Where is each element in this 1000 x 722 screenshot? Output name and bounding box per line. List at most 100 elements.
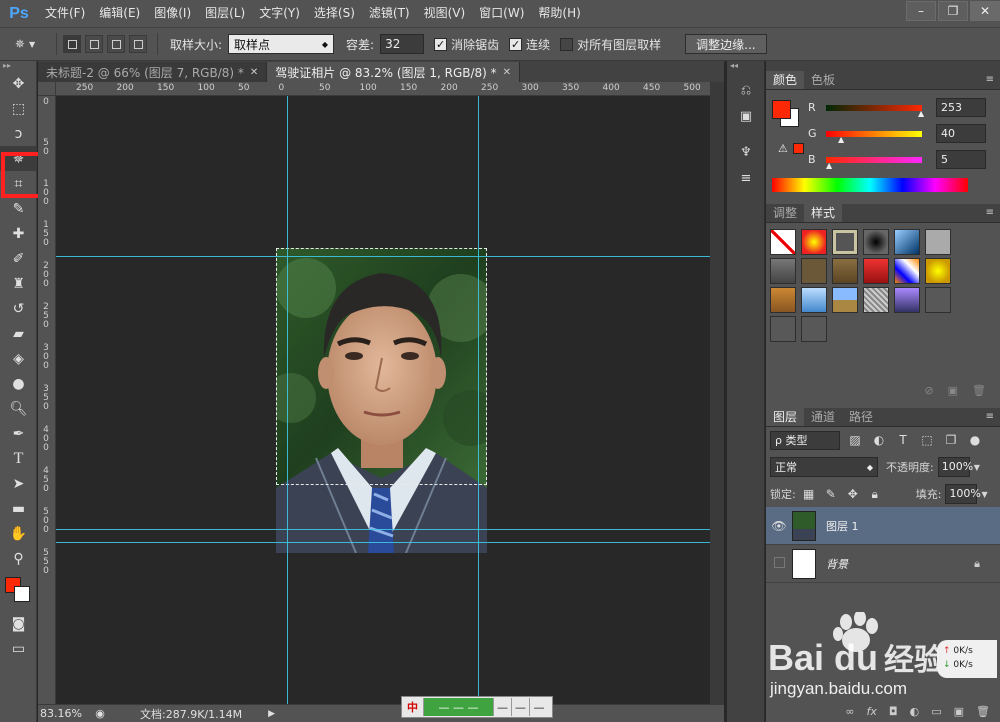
type-filter-icon[interactable]: T: [894, 433, 912, 447]
folder-icon[interactable]: ▭: [931, 705, 941, 718]
tab-swatches[interactable]: 色板: [804, 71, 842, 89]
subtract-selection-button[interactable]: [107, 35, 125, 53]
dodge-tool[interactable]: 🔍︎: [0, 396, 37, 421]
ime-button[interactable]: —: [530, 698, 548, 716]
tab-layers[interactable]: 图层: [766, 408, 805, 426]
pen-tool[interactable]: ✒: [0, 421, 37, 446]
menu-type[interactable]: 文字(Y): [252, 0, 307, 27]
intersect-selection-button[interactable]: [129, 35, 147, 53]
sample-all-layers-checkbox[interactable]: 对所有图层取样: [560, 36, 661, 53]
guide-horizontal[interactable]: [56, 529, 710, 530]
style-swatch[interactable]: [925, 258, 951, 284]
properties-icon[interactable]: ▣: [727, 103, 765, 129]
tab-untitled-2[interactable]: 未标题-2 @ 66% (图层 7, RGB/8) * ✕: [38, 62, 268, 82]
background-color-swatch[interactable]: [14, 586, 30, 602]
menu-file[interactable]: 文件(F): [38, 0, 92, 27]
layer-row[interactable]: 👁︎ 图层 1: [766, 507, 1000, 545]
guide-horizontal[interactable]: [56, 256, 710, 257]
canvas-scrollbar[interactable]: [710, 82, 724, 704]
clone-stamp-tool[interactable]: ♜: [0, 271, 37, 296]
add-selection-button[interactable]: [85, 35, 103, 53]
panel-grip[interactable]: [766, 61, 1000, 71]
history-icon[interactable]: ⎌: [727, 77, 765, 103]
panel-menu-icon[interactable]: ≡: [986, 74, 994, 85]
new-selection-button[interactable]: [63, 35, 81, 53]
style-swatch[interactable]: [770, 316, 796, 342]
menu-select[interactable]: 选择(S): [307, 0, 362, 27]
panel-menu-icon[interactable]: ≡: [986, 411, 994, 422]
status-menu-icon[interactable]: ◉: [90, 707, 110, 720]
paint-bucket-tool[interactable]: ◈: [0, 346, 37, 371]
style-swatch[interactable]: [863, 229, 889, 255]
menu-view[interactable]: 视图(V): [417, 0, 473, 27]
fx-icon[interactable]: fx: [867, 705, 877, 718]
contiguous-checkbox[interactable]: ✓ 连续: [509, 36, 550, 53]
style-swatch[interactable]: [925, 287, 951, 313]
adjustment-icon[interactable]: ◐: [910, 705, 920, 718]
style-swatch[interactable]: [801, 287, 827, 313]
style-swatch[interactable]: [925, 229, 951, 255]
guide-vertical[interactable]: [478, 96, 479, 704]
red-slider[interactable]: ▲: [826, 104, 924, 118]
style-swatch[interactable]: [801, 316, 827, 342]
tab-adjustments[interactable]: 调整: [766, 204, 804, 222]
anti-alias-checkbox[interactable]: ✓ 消除锯齿: [434, 36, 499, 53]
vertical-ruler[interactable]: 0 5 0 1 0 0 1 5 0 2 0 0 2 5 0 3 0 0 3 5 0 4 0 0 4…: [38, 96, 56, 704]
tab-paths[interactable]: 路径: [842, 408, 880, 426]
ime-button[interactable]: —: [494, 698, 512, 716]
blue-slider[interactable]: ▲: [826, 156, 922, 170]
path-selection-tool[interactable]: ➤: [0, 471, 37, 496]
green-value-input[interactable]: 40: [936, 124, 986, 143]
close-icon[interactable]: ✕: [503, 67, 511, 78]
ime-field[interactable]: — — —: [424, 698, 494, 716]
marquee-tool[interactable]: ⬚: [0, 96, 37, 121]
style-swatch[interactable]: [832, 229, 858, 255]
history-brush-tool[interactable]: ↺: [0, 296, 37, 321]
menu-filter[interactable]: 滤镜(T): [362, 0, 417, 27]
pixel-filter-icon[interactable]: ▨: [846, 433, 864, 447]
style-none[interactable]: [770, 229, 796, 255]
restore-button[interactable]: ❐: [938, 1, 968, 21]
ruler-origin[interactable]: [38, 82, 56, 96]
close-button[interactable]: ✕: [970, 1, 1000, 21]
visibility-toggle[interactable]: [766, 556, 792, 571]
eye-icon[interactable]: 👁︎: [766, 519, 792, 533]
move-tool[interactable]: ✥: [0, 71, 37, 96]
slider-thumb-icon[interactable]: ▲: [826, 161, 832, 170]
status-arrow-icon[interactable]: ▶: [268, 709, 275, 719]
eyedropper-tool[interactable]: ✎: [0, 196, 37, 221]
new-style-icon[interactable]: ▣: [948, 384, 958, 397]
zoom-level[interactable]: 83.16%: [38, 707, 90, 720]
style-swatch[interactable]: [832, 287, 858, 313]
style-swatch[interactable]: [770, 258, 796, 284]
style-swatch[interactable]: [894, 287, 920, 313]
slider-thumb-icon[interactable]: ▲: [918, 109, 924, 118]
red-value-input[interactable]: 253: [936, 98, 986, 117]
lasso-tool[interactable]: ↄ: [0, 121, 37, 146]
screen-mode-button[interactable]: ▭: [0, 636, 37, 661]
fill-input[interactable]: 100%: [945, 484, 981, 504]
mask-icon[interactable]: ◘: [889, 705, 898, 718]
chevron-down-icon[interactable]: ▼: [981, 490, 987, 499]
rectangle-tool[interactable]: ▬: [0, 496, 37, 521]
new-layer-icon[interactable]: ▣: [954, 705, 964, 718]
refine-edge-button[interactable]: 调整边缘...: [685, 34, 767, 54]
style-swatch[interactable]: [863, 287, 889, 313]
ime-logo[interactable]: 中: [402, 698, 424, 716]
link-icon[interactable]: ∞: [845, 705, 854, 718]
quick-mask-button[interactable]: ◙: [0, 611, 37, 636]
horizontal-ruler[interactable]: 250 200 150 100 50 0 50 100 150 200 250 300 350 400 45…: [56, 82, 710, 96]
brush-tool[interactable]: ✐: [0, 246, 37, 271]
smart-filter-icon[interactable]: ❐: [942, 433, 960, 447]
guide-horizontal[interactable]: [56, 542, 710, 543]
trash-icon[interactable]: 🗑︎: [976, 705, 990, 718]
lock-all-icon[interactable]: 🔒︎: [866, 487, 884, 502]
character-icon[interactable]: ≡: [727, 165, 765, 191]
guide-vertical[interactable]: [287, 96, 288, 704]
layer-row[interactable]: 背景 🔒︎: [766, 545, 1000, 583]
close-icon[interactable]: ✕: [250, 67, 258, 78]
tab-styles[interactable]: 样式: [804, 204, 843, 222]
sample-size-select[interactable]: 取样点 ◆: [228, 34, 335, 54]
tab-color[interactable]: 颜色: [766, 71, 805, 89]
lock-pixels-icon[interactable]: ✎: [822, 487, 840, 501]
